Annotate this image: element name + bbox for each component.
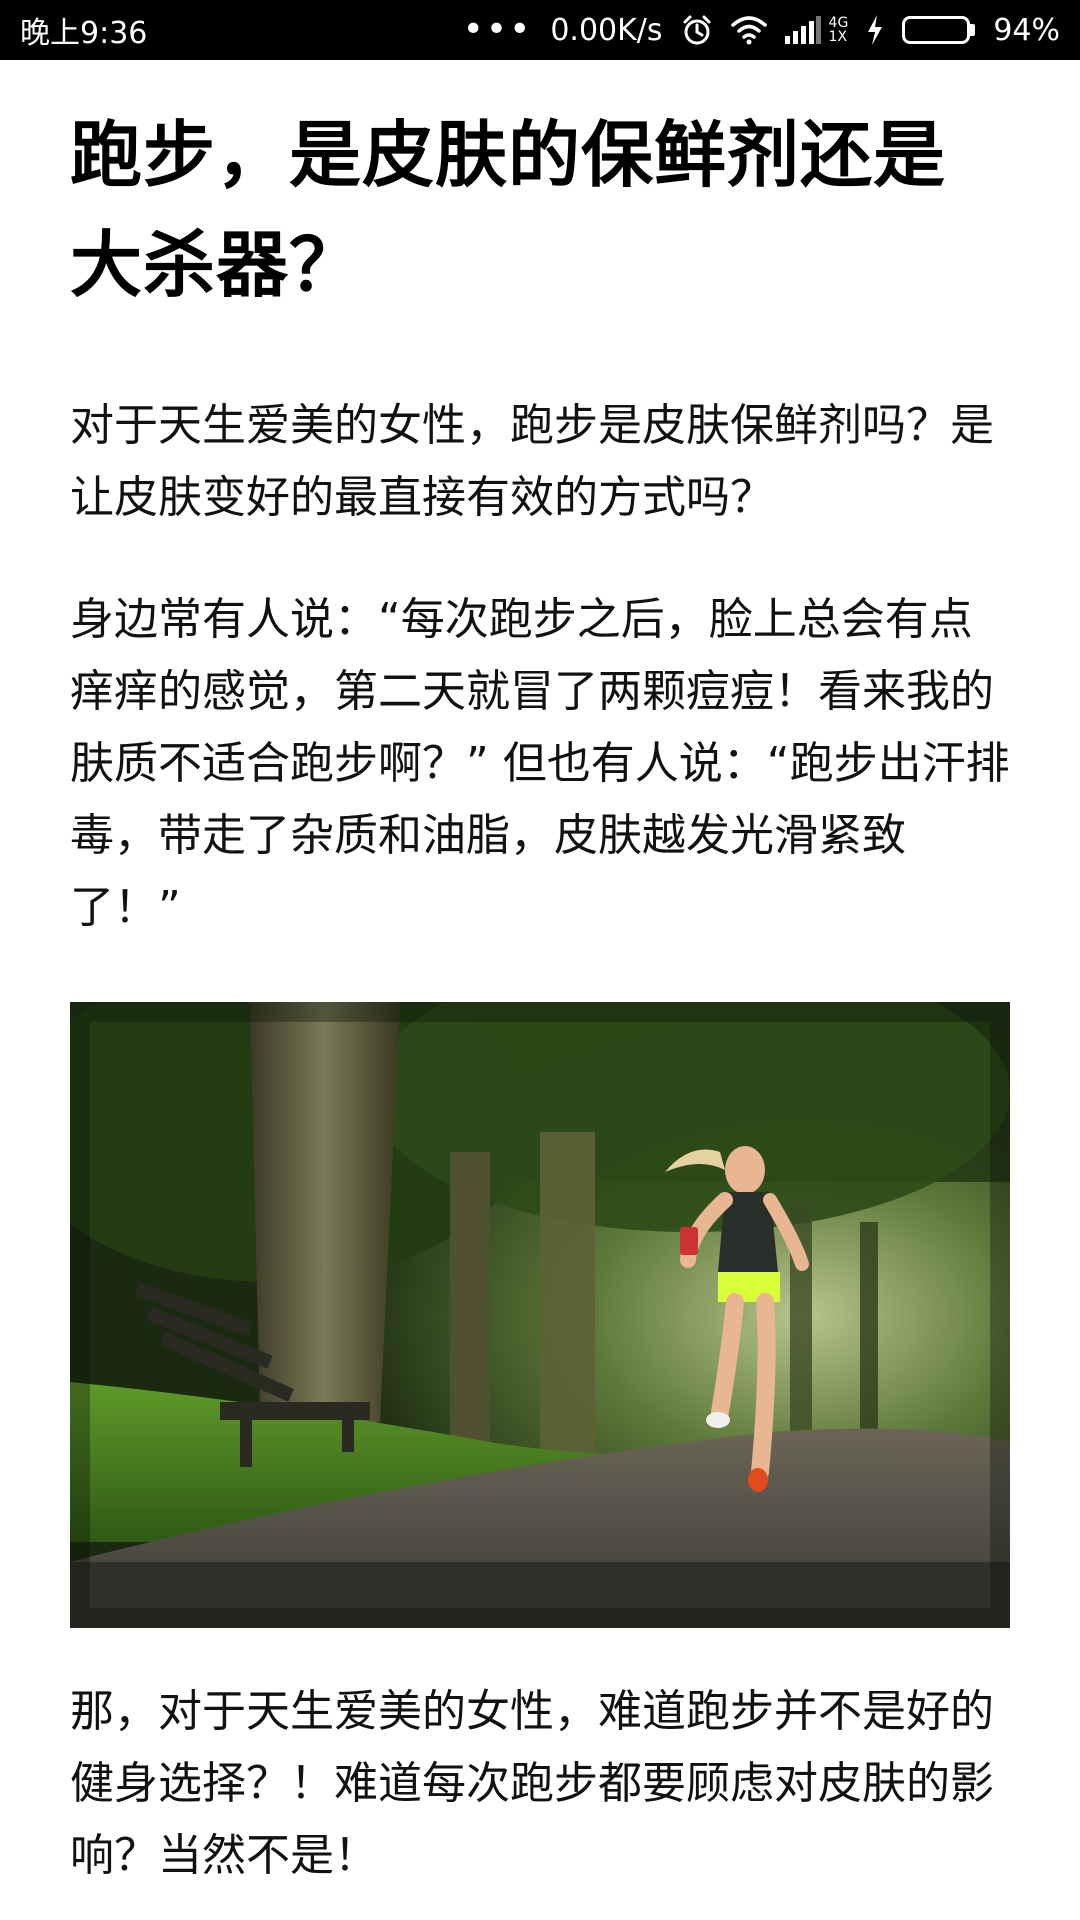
charging-icon: [866, 15, 884, 45]
wifi-icon: [730, 15, 767, 45]
running-woman-forest-photo: [70, 1002, 1010, 1628]
network-type-bottom: 1X: [828, 29, 848, 45]
notification-dots: •••: [462, 9, 533, 50]
status-bar: 晚上9:36 ••• 0.00K/s 4G 1X 94%: [0, 0, 1080, 60]
battery-icon: [902, 16, 976, 44]
article-paragraph: 那，对于天生爱美的女性，难道跑步并不是好的健身选择？！难道每次跑步都要顾虑对皮肤…: [70, 1686, 994, 1881]
net-speed: 0.00K/s: [550, 12, 663, 48]
article-title: 跑步，是皮肤的保鲜剂还是大杀器？: [70, 113, 947, 307]
network-type-top: 4G: [828, 15, 849, 31]
signal-icon: [784, 16, 821, 44]
article-image[interactable]: [70, 1002, 1010, 1628]
network-type: 4G 1X: [829, 16, 849, 44]
article-paragraph: 身边常有人说：“每次跑步之后，脸上总会有点痒痒的感觉，第二天就冒了两颗痘痘！看来…: [70, 594, 1010, 933]
battery-percent: 94%: [993, 12, 1060, 48]
alarm-icon: [681, 14, 713, 46]
article: 跑步，是皮肤的保鲜剂还是大杀器？ 对于天生爱美的女性，跑步是皮肤保鲜剂吗？是让皮…: [0, 60, 1080, 1892]
article-paragraph: 对于天生爱美的女性，跑步是皮肤保鲜剂吗？是让皮肤变好的最直接有效的方式吗？: [70, 400, 994, 523]
status-time: 晚上9:36: [20, 16, 148, 51]
